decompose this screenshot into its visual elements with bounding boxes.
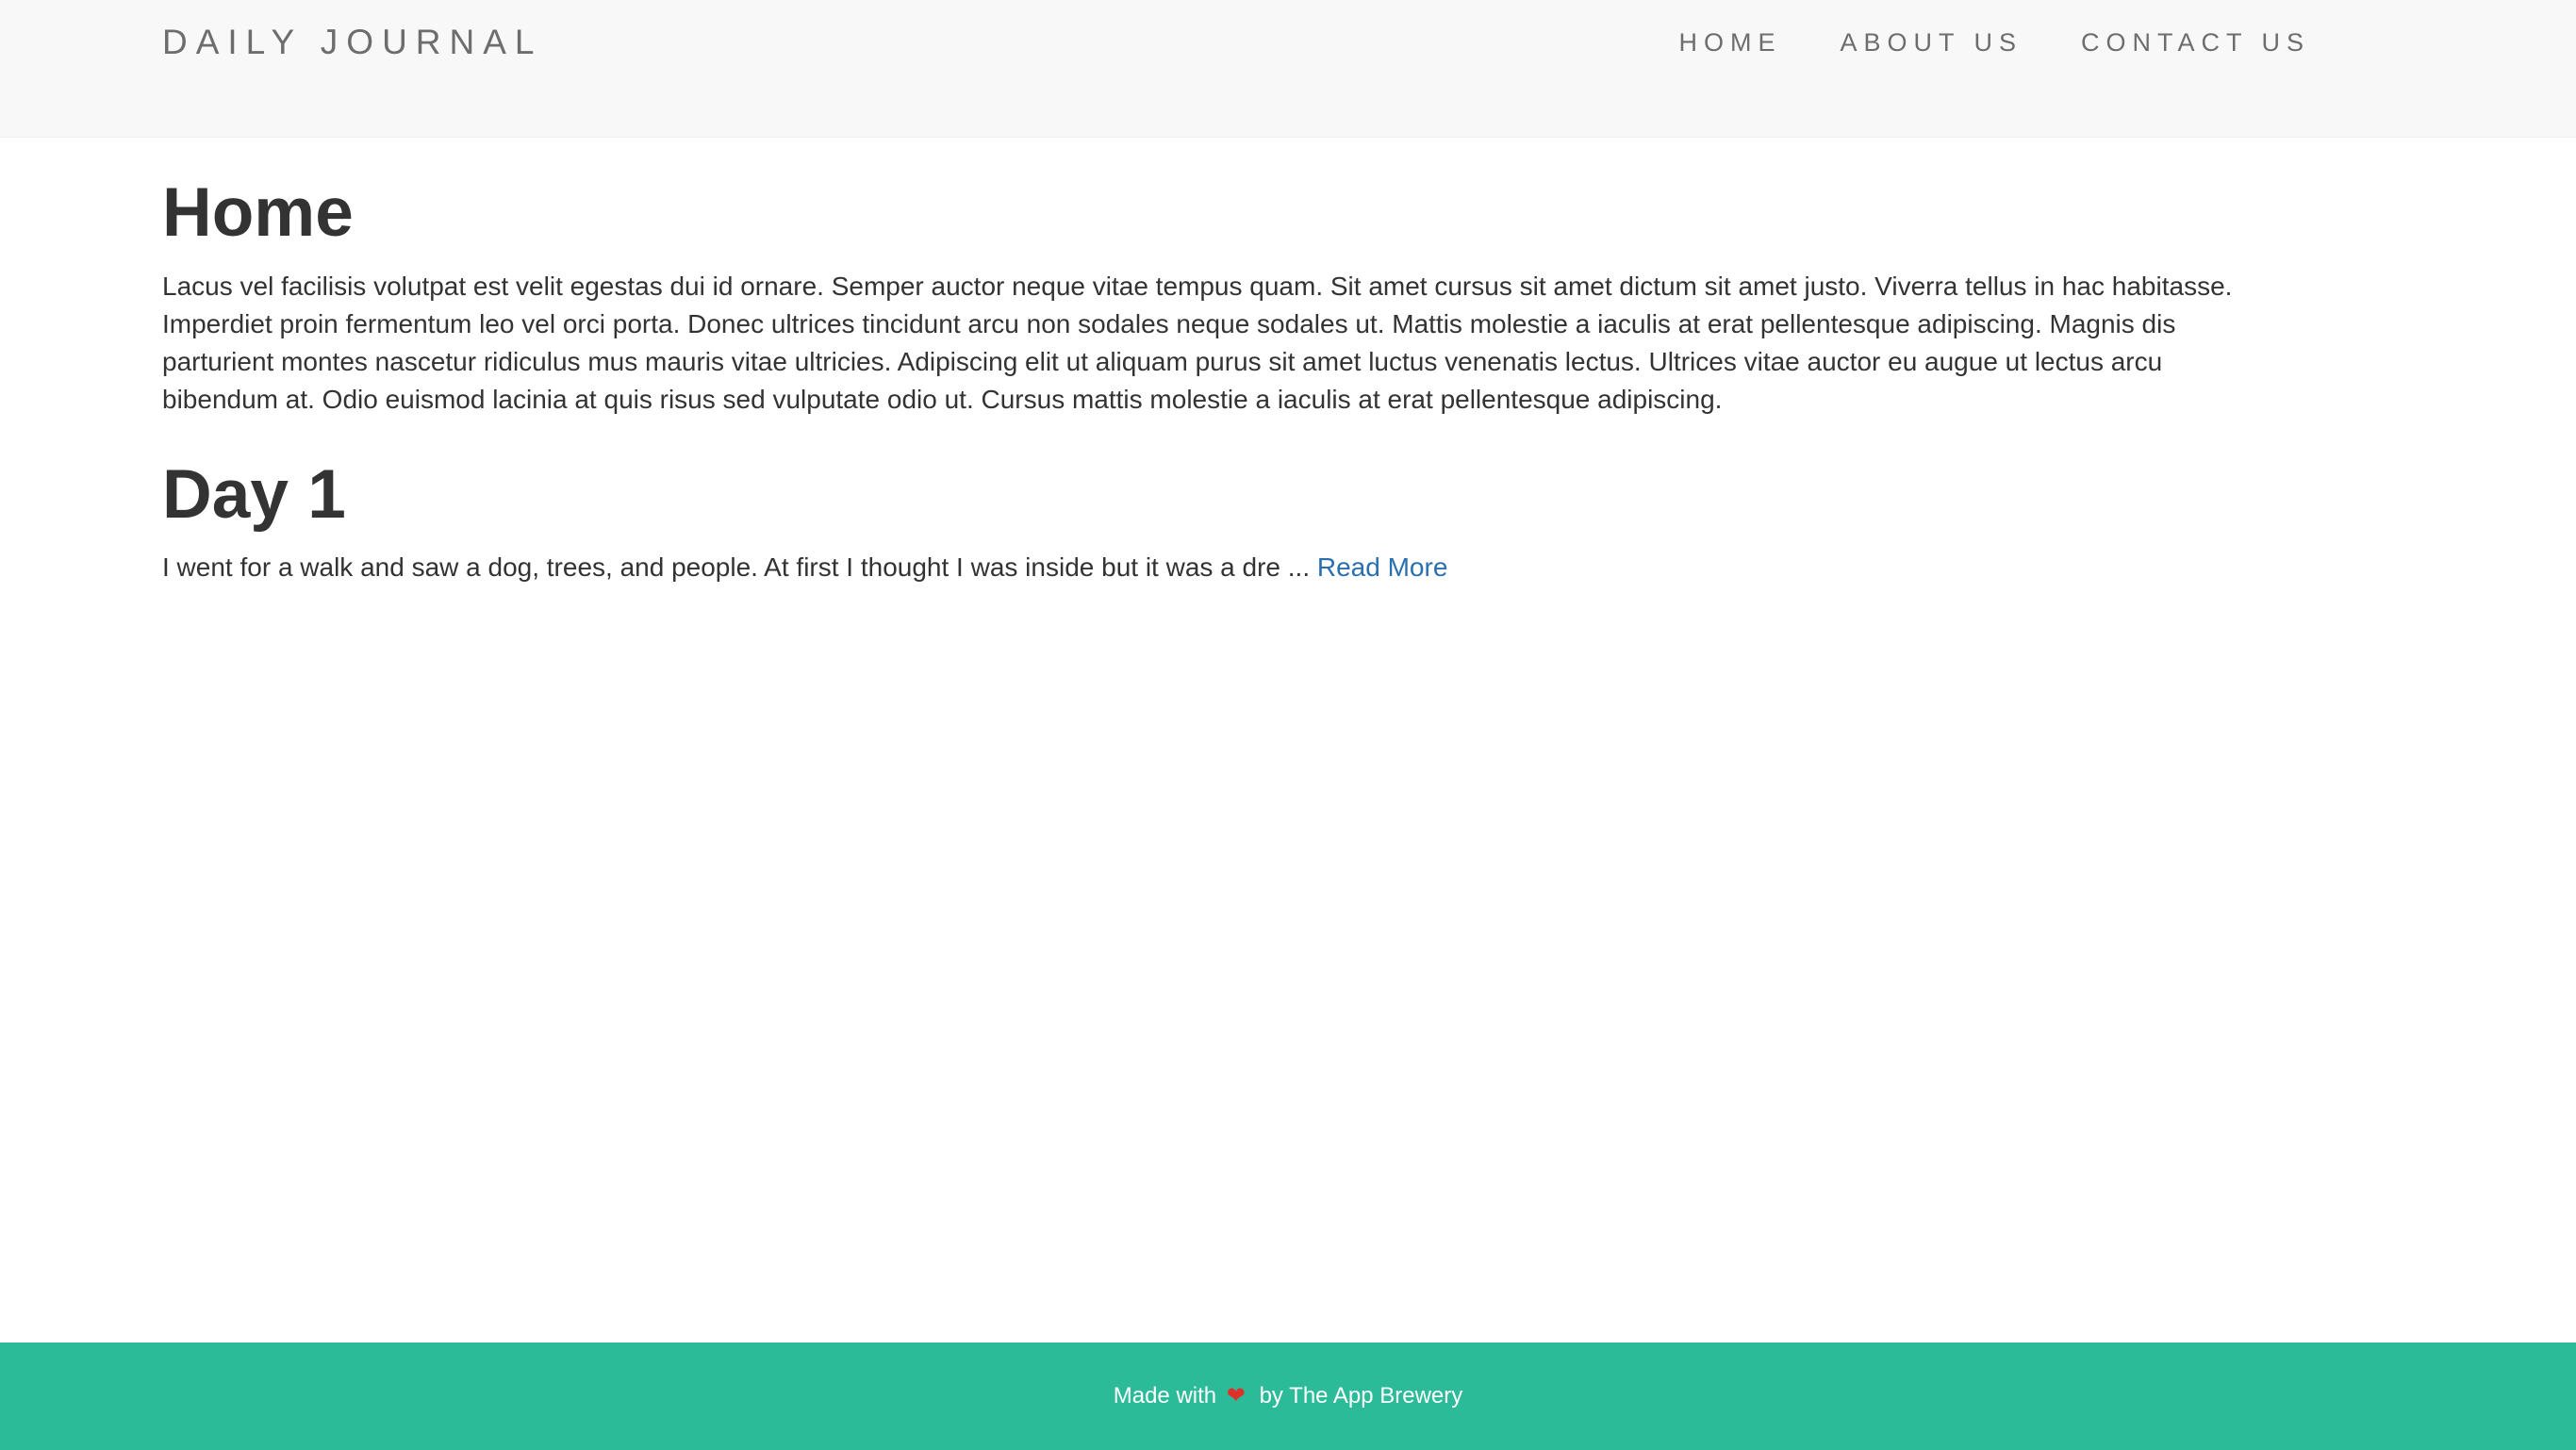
post-title: Day 1 bbox=[162, 456, 346, 533]
nav-links: HOME ABOUT US CONTACT US bbox=[1678, 26, 2310, 58]
nav-link-about-us[interactable]: ABOUT US bbox=[1840, 26, 2023, 58]
post-excerpt-text: I went for a walk and saw a dog, trees, … bbox=[162, 552, 1317, 582]
footer-made-with: Made with bbox=[1113, 1383, 1217, 1409]
heart-icon: ❤ bbox=[1226, 1383, 1246, 1409]
nav-link-home[interactable]: HOME bbox=[1678, 26, 1781, 58]
home-intro-text: Lacus vel facilisis volutpat est velit e… bbox=[162, 272, 2233, 414]
page-title: Home bbox=[162, 174, 354, 251]
nav-link-contact-us[interactable]: CONTACT US bbox=[2081, 26, 2310, 58]
post-excerpt: I went for a walk and saw a dog, trees, … bbox=[162, 549, 1447, 586]
read-more-link[interactable]: Read More bbox=[1317, 552, 1448, 582]
brand-logo[interactable]: DAILY JOURNAL bbox=[162, 21, 543, 64]
footer-credit: by The App Brewery bbox=[1259, 1383, 1463, 1409]
footer: Made with ❤ by The App Brewery bbox=[0, 1343, 2576, 1450]
navbar: DAILY JOURNAL HOME ABOUT US CONTACT US bbox=[0, 0, 2576, 138]
